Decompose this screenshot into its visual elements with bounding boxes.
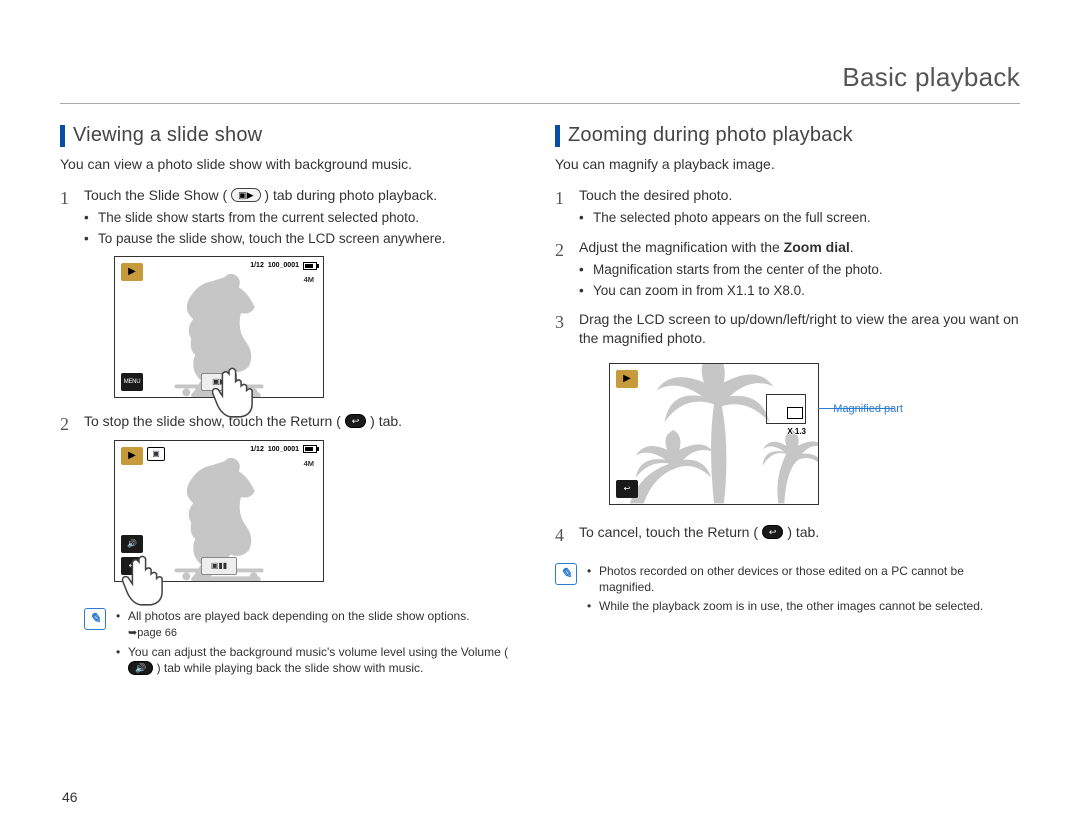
page-title: Basic playback [60, 62, 1020, 104]
counter-2: 1/12 [250, 445, 264, 455]
r-step2-a: Adjust the magnification with the [579, 239, 784, 255]
play-mode-icon: ▶ [121, 263, 143, 281]
step1-sub2: To pause the slide show, touch the LCD s… [84, 230, 525, 248]
r-step4-b: ) tab. [787, 524, 819, 540]
note-icon: ✎ [84, 608, 106, 630]
heading-slideshow: Viewing a slide show [60, 124, 525, 147]
r-step2-c: . [850, 239, 854, 255]
resolution-2: 4M [304, 459, 314, 470]
play-mode-icon-3: ▶ [616, 370, 638, 388]
col-zoom: Zooming during photo playback You can ma… [555, 124, 1020, 795]
step1-text-a: Touch the Slide Show ( [84, 187, 227, 203]
note1-pageref: ➥page 66 [128, 627, 177, 639]
battery-icon [303, 262, 317, 270]
resolution: 4M [304, 275, 314, 286]
lcd-slideshow-start: ▶ 1/12 100_0001 4M MENU ▣▶ [114, 256, 324, 398]
r-step3-text: Drag the LCD screen to up/down/left/righ… [579, 311, 1019, 347]
step-2: To stop the slide show, touch the Return… [60, 412, 525, 582]
return-tab-icon-2: ↩ [762, 525, 784, 539]
heading-bar [60, 125, 65, 147]
r-step-2: Adjust the magnification with the Zoom d… [555, 238, 1020, 300]
r-note1: Photos recorded on other devices or thos… [587, 563, 1020, 595]
page-number: 46 [62, 789, 78, 805]
status-bar-2: 1/12 100_0001 [250, 445, 317, 455]
return-tab-icon: ↩ [345, 414, 367, 428]
magnified-frame [766, 394, 806, 424]
step-1: Touch the Slide Show ( ▣▶ ) tab during p… [60, 186, 525, 398]
col-slideshow: Viewing a slide show You can view a phot… [60, 124, 525, 795]
r-step-3: Drag the LCD screen to up/down/left/righ… [555, 310, 1020, 505]
zoom-dial-label: Zoom dial [784, 239, 850, 255]
menu-button[interactable]: MENU [121, 373, 143, 391]
heading-bar-2 [555, 125, 560, 147]
note2: You can adjust the background music's vo… [116, 644, 525, 676]
r-step4-a: To cancel, touch the Return ( [579, 524, 758, 540]
intro-slideshow: You can view a photo slide show with bac… [60, 155, 525, 174]
r-step1-sub1: The selected photo appears on the full s… [579, 209, 1020, 227]
touch-hand-icon-2 [117, 552, 172, 607]
step1-sub1: The slide show starts from the current s… [84, 209, 525, 227]
note2-text-b: ) tab while playing back the slide show … [157, 661, 424, 675]
slideshow-tab-icon: ▣▶ [231, 188, 260, 202]
touch-hand-icon [207, 364, 262, 419]
magnified-part-label: Magnified part [833, 402, 903, 417]
note1-text: All photos are played back depending on … [128, 609, 470, 623]
r-step2-sub2: You can zoom in from X1.1 to X8.0. [579, 282, 1020, 300]
r-step2-sub1: Magnification starts from the center of … [579, 261, 1020, 279]
return-button-zoom[interactable]: ↩ [616, 480, 638, 498]
lcd-slideshow-stop: ▶ ▣ 1/12 100_0001 4M 🔊 ↩ [114, 440, 324, 582]
r-step-1: Touch the desired photo. The selected ph… [555, 186, 1020, 228]
r-step-4: To cancel, touch the Return ( ↩ ) tab. [555, 523, 1020, 543]
note-zoom: ✎ Photos recorded on other devices or th… [555, 563, 1020, 618]
r-note2: While the playback zoom is in use, the o… [587, 598, 1020, 614]
heading-text-2: Zooming during photo playback [568, 124, 853, 147]
step2-text-a: To stop the slide show, touch the Return… [84, 413, 341, 429]
step2-text-b: ) tab. [370, 413, 402, 429]
battery-icon-2 [303, 445, 317, 453]
step1-text-b: ) tab during photo playback. [264, 187, 437, 203]
note-slideshow: ✎ All photos are played back depending o… [60, 608, 525, 679]
r-step1-text: Touch the desired photo. [579, 187, 732, 203]
status-bar: 1/12 100_0001 [250, 261, 317, 271]
lcd-zoom: ▶ X 1.3 ↩ Magnified part [609, 363, 819, 505]
filename: 100_0001 [268, 261, 299, 271]
note-icon-2: ✎ [555, 563, 577, 585]
volume-tab-icon: 🔊 [128, 661, 153, 675]
magnified-indicator [787, 407, 803, 419]
note2-text-a: You can adjust the background music's vo… [128, 645, 508, 659]
pause-tab[interactable]: ▣▮▮ [201, 557, 237, 575]
heading-zoom: Zooming during photo playback [555, 124, 1020, 147]
filename-2: 100_0001 [268, 445, 299, 455]
note1: All photos are played back depending on … [116, 608, 525, 641]
play-mode-icon-2: ▶ [121, 447, 143, 465]
photo-mode-icon: ▣ [147, 447, 165, 461]
heading-text: Viewing a slide show [73, 124, 262, 147]
intro-zoom: You can magnify a playback image. [555, 155, 1020, 174]
counter: 1/12 [250, 261, 264, 271]
zoom-ratio: X 1.3 [787, 426, 806, 437]
volume-button[interactable]: 🔊 [121, 535, 143, 553]
